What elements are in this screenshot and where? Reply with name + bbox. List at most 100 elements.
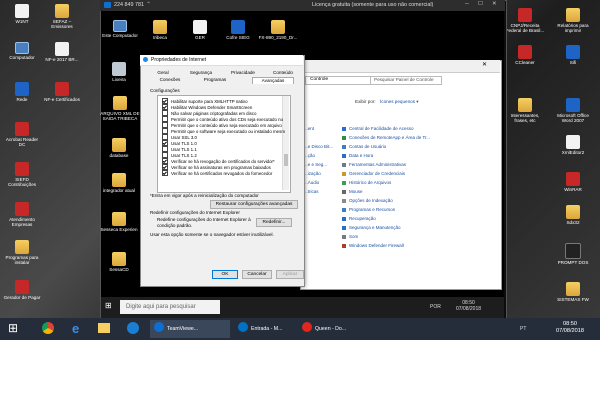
desktop-icon-gerador[interactable]: Gerador de Pagar bbox=[2, 280, 42, 300]
cp-item-firewall[interactable]: Windows Defender Firewall bbox=[342, 243, 404, 248]
tab-seguranca[interactable]: Segurança bbox=[186, 70, 216, 76]
desktop-icon-atendimento[interactable]: Atendimento Empresas bbox=[2, 202, 42, 227]
cp-left-link[interactable]: ...ção bbox=[304, 153, 315, 158]
view-by-dropdown[interactable]: Ícones pequenos ▾ bbox=[380, 99, 419, 105]
remote-clock[interactable]: 08:50 07/08/2018 bbox=[456, 300, 481, 312]
indexing-icon bbox=[342, 198, 346, 203]
desktop-icon-cnpj[interactable]: CNPJ/Receita Federal de Brasil... bbox=[505, 8, 545, 33]
desktop-icon-winrar[interactable]: WinRAR bbox=[553, 172, 593, 192]
remote-icon-arquivo-xml[interactable]: ARQUIVO XML DE SAIDA TRIBECA bbox=[99, 96, 141, 121]
cp-item-remoteapp[interactable]: Conexões de RemoteApp e Área de Tr... bbox=[342, 135, 430, 140]
close-button[interactable]: ✕ bbox=[492, 1, 497, 7]
tab-conteudo[interactable]: Conteúdo bbox=[268, 70, 298, 76]
desktop-icon-sefaz[interactable]: SEFAZ – Emissores bbox=[42, 4, 82, 29]
folder-icon bbox=[112, 173, 126, 187]
app-icon bbox=[566, 45, 580, 59]
desktop-icon-interessantes[interactable]: Interessantes, frases, etc bbox=[505, 98, 545, 123]
cp-item-seguranca-manutencao[interactable]: Segurança e Manutenção bbox=[342, 225, 401, 230]
desktop-icon-siefd[interactable]: SIEFD Contribuições bbox=[2, 162, 42, 187]
cp-item-mouse[interactable]: Mouse bbox=[342, 189, 363, 194]
remote-language-indicator[interactable]: POR bbox=[430, 304, 441, 310]
desktop-icon-prompt[interactable]: PROMPT DOS bbox=[553, 243, 593, 265]
cp-item-recuperacao[interactable]: Recuperação bbox=[342, 216, 376, 221]
cp-left-link[interactable]: ...e e Seg... bbox=[304, 162, 327, 167]
cp-item-som[interactable]: Som bbox=[342, 234, 358, 239]
minimize-button[interactable]: ─ bbox=[465, 1, 469, 7]
windows-start-icon[interactable]: ⊞ bbox=[105, 302, 113, 310]
tab-programas[interactable]: Programas bbox=[196, 77, 234, 83]
taskbar-app-opera[interactable]: Queen - Do... bbox=[302, 320, 362, 338]
desktop-icon-acrobat[interactable]: Acrobat Reader DC bbox=[2, 122, 42, 147]
tab-privacidade[interactable]: Privacidade bbox=[226, 70, 260, 76]
cp-left-link[interactable]: ...tricas bbox=[304, 189, 319, 194]
control-panel-address-bar[interactable]: Controle bbox=[305, 76, 371, 85]
remote-icon-database[interactable]: database bbox=[99, 138, 139, 158]
cp-item-data-hora[interactable]: Data e Hora bbox=[342, 153, 373, 158]
media-player-icon[interactable] bbox=[127, 322, 139, 334]
desktop-icon-nfe[interactable]: NF-e 2017 BR... bbox=[42, 42, 82, 62]
tab-avancadas[interactable]: Avançadas bbox=[252, 77, 294, 84]
close-icon[interactable]: ✕ bbox=[482, 61, 487, 68]
remote-icon-sessacd[interactable]: SessaCD bbox=[99, 252, 139, 272]
remote-icon-cofre-sieg[interactable]: Cofre SIEG bbox=[218, 20, 258, 40]
desktop-icon-ccleaner[interactable]: CCleaner bbox=[505, 45, 545, 65]
remote-icon-fx890[interactable]: FX-890_2190_Dr... bbox=[255, 20, 301, 40]
reset-button[interactable]: Redefinir... bbox=[256, 218, 292, 227]
app-icon bbox=[15, 202, 29, 216]
desktop-icon-computador[interactable]: Computador bbox=[2, 42, 42, 60]
scrollbar-thumb[interactable] bbox=[284, 154, 288, 166]
folder-icon bbox=[112, 252, 126, 266]
file-explorer-icon[interactable] bbox=[98, 323, 110, 333]
internet-explorer-icon[interactable]: e bbox=[72, 321, 79, 336]
cp-left-link[interactable]: ...ent bbox=[304, 126, 314, 131]
desktop-icon-w1nt[interactable]: W1NT bbox=[2, 4, 42, 24]
maximize-button[interactable]: ☐ bbox=[478, 1, 483, 7]
desktop-icon-sistemas[interactable]: SISTEMAS FW bbox=[553, 282, 593, 302]
option-checkbox[interactable]: Verificar se há certificados revogados d… bbox=[162, 170, 272, 176]
tab-conexoes[interactable]: Conexões bbox=[152, 77, 188, 83]
remote-icon-este-computador[interactable]: Este Computador bbox=[99, 20, 141, 38]
remote-icon-tribeca[interactable]: tribeca bbox=[140, 20, 180, 40]
desktop-icon-xmleditor[interactable]: XmlEditor2 bbox=[553, 135, 593, 155]
recovery-icon bbox=[342, 216, 346, 221]
remote-search-input[interactable]: Digite aqui para pesquisar bbox=[120, 300, 220, 314]
cp-item-programas-recursos[interactable]: Programas e Recursos bbox=[342, 207, 395, 212]
cp-item-indexacao[interactable]: Opções de Indexação bbox=[342, 198, 393, 203]
settings-scrollbar[interactable] bbox=[282, 96, 289, 190]
ok-button[interactable]: OK bbox=[212, 270, 238, 279]
cp-item-facilidade-acesso[interactable]: Central de Facilidade de Acesso bbox=[342, 126, 414, 131]
desktop-icon-rede[interactable]: Rede bbox=[2, 82, 42, 102]
remote-icon-lixeira[interactable]: Lixeira bbox=[99, 62, 139, 82]
cp-item-contas-usuario[interactable]: Contas de Usuário bbox=[342, 144, 386, 149]
taskbar-app-teamviewer[interactable]: TeamViewe... bbox=[150, 320, 230, 338]
cp-item-ferramentas-admin[interactable]: Ferramentas Administrativas bbox=[342, 162, 406, 167]
cp-item-historico-arquivos[interactable]: Histórico de Arquivos bbox=[342, 180, 391, 185]
cp-left-link[interactable]: ...Áudio bbox=[304, 180, 319, 185]
chevron-up-icon[interactable]: ⌃ bbox=[146, 1, 151, 8]
desktop-icon-word[interactable]: Microsoft Office Word 2007 bbox=[553, 98, 593, 123]
computer-icon bbox=[15, 42, 29, 54]
taskbar-app-outlook[interactable]: Entrada - M... bbox=[238, 320, 296, 338]
desktop-icon-nfe-cert[interactable]: NF-e Certificados bbox=[42, 82, 82, 102]
cancel-button[interactable]: Cancelar bbox=[242, 270, 272, 279]
desktop-icon-relatorios[interactable]: Relatórios para imprimir bbox=[553, 8, 593, 33]
restore-advanced-button[interactable]: Restaurar configurações avançadas bbox=[210, 200, 298, 209]
remote-icon-integrador[interactable]: integrador atual bbox=[99, 173, 139, 193]
desktop-icon-sifi[interactable]: Sifi bbox=[553, 45, 593, 65]
control-panel-search-input[interactable]: Pesquisar Painel de Controle bbox=[370, 76, 442, 85]
remote-icon-ger[interactable]: GER bbox=[180, 20, 220, 40]
cp-left-link[interactable]: ...ização bbox=[304, 171, 321, 176]
system-clock[interactable]: 08:50 07/08/2018 bbox=[556, 321, 584, 335]
tab-geral[interactable]: Geral bbox=[150, 70, 176, 76]
cp-item-credenciais[interactable]: Gerenciador de Credenciais bbox=[342, 171, 405, 176]
desktop-icon-programas[interactable]: Programas para instalar bbox=[2, 240, 42, 265]
windows-start-icon[interactable]: ⊞ bbox=[8, 322, 20, 334]
teamviewer-icon bbox=[154, 322, 164, 332]
internet-options-icon bbox=[143, 57, 148, 62]
remote-icon-sesseca[interactable]: Sesseca Experien bbox=[99, 212, 139, 232]
cp-left-link[interactable]: ...e Disco Bit... bbox=[304, 144, 333, 149]
apply-button[interactable]: Aplicar bbox=[276, 270, 304, 279]
chrome-icon[interactable] bbox=[42, 322, 54, 334]
desktop-icon-sdx32[interactable]: Sdx32 bbox=[553, 205, 593, 225]
language-indicator[interactable]: PT bbox=[520, 326, 526, 332]
